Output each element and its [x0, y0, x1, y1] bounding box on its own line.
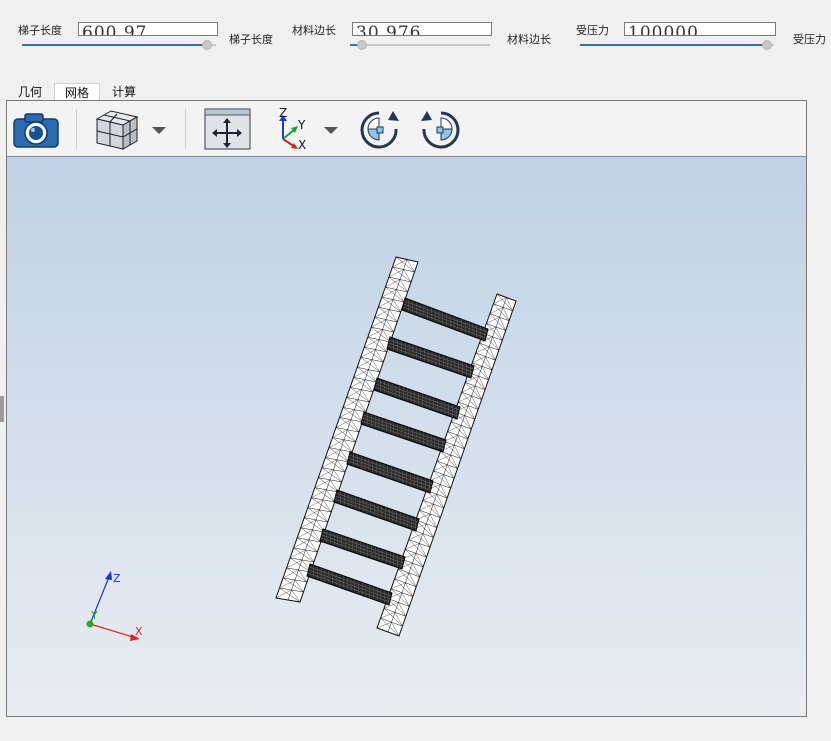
slider-track [350, 44, 490, 46]
pressure-input[interactable]: 100000 [624, 22, 776, 36]
viewer-toolbar: Z Y X [7, 101, 806, 157]
ladder-length-input[interactable]: 600.97 [78, 22, 218, 36]
3d-viewport[interactable]: Z Y X [7, 157, 806, 716]
pressure-label: 受压力 [576, 24, 609, 37]
window-left-edge [0, 0, 5, 741]
cube-view-icon [95, 110, 139, 150]
orientation-triad: Z Y X [86, 571, 143, 641]
slider-thumb[interactable] [357, 40, 367, 50]
material-side-input[interactable]: 30.976 [352, 22, 492, 36]
rotate-ccw-button[interactable] [417, 107, 465, 151]
slider-thumb[interactable] [762, 40, 772, 50]
fit-view-button[interactable] [203, 107, 253, 151]
rotate-counterclockwise-icon [421, 111, 460, 149]
material-side-label: 材料边长 [292, 24, 336, 37]
fit-view-icon [204, 108, 251, 150]
tab-geometry[interactable]: 几何 [10, 83, 50, 101]
triad-z-label: Z [113, 572, 121, 585]
rotate-clockwise-icon [360, 111, 399, 149]
ladder-length-label: 梯子长度 [18, 24, 62, 37]
axis-orientation-icon: Z Y X [279, 106, 306, 152]
axis-x-label: X [298, 138, 306, 151]
slider-fill [22, 44, 207, 46]
axis-dropdown[interactable] [321, 107, 341, 151]
slider-fill [580, 44, 767, 46]
rotate-cw-button[interactable] [355, 107, 403, 151]
axis-orientation-button[interactable]: Z Y X [269, 106, 325, 152]
ladder-length-slider[interactable] [22, 39, 216, 51]
triad-x-label: X [135, 625, 143, 638]
splitter-handle[interactable] [0, 396, 4, 422]
ladder-mesh-model [275, 256, 517, 637]
triad-y-label: Y [90, 609, 98, 622]
camera-icon [13, 113, 59, 148]
ladder-length-caption: 梯子长度 [229, 33, 273, 46]
toolbar-separator [185, 109, 186, 149]
material-side-caption: 材料边长 [507, 33, 551, 46]
dropdown-arrow-icon [152, 127, 166, 134]
pressure-slider[interactable] [580, 39, 774, 51]
axis-y-label: Y [297, 118, 306, 132]
tab-mesh[interactable]: 网格 [54, 83, 100, 101]
view-cube-dropdown[interactable] [149, 107, 169, 151]
axis-z-label: Z [279, 107, 287, 120]
pressure-caption: 受压力 [793, 33, 826, 46]
view-cube-button[interactable] [91, 107, 141, 151]
toolbar-separator [76, 109, 77, 149]
mesh-panel: Z Y X Z Y X [6, 100, 807, 717]
tab-compute[interactable]: 计算 [106, 83, 142, 101]
mesh-scene[interactable]: Z Y X [7, 157, 806, 716]
dropdown-arrow-icon [324, 127, 338, 134]
slider-thumb[interactable] [202, 40, 212, 50]
material-side-slider[interactable] [350, 39, 490, 51]
screenshot-button[interactable] [11, 107, 61, 151]
